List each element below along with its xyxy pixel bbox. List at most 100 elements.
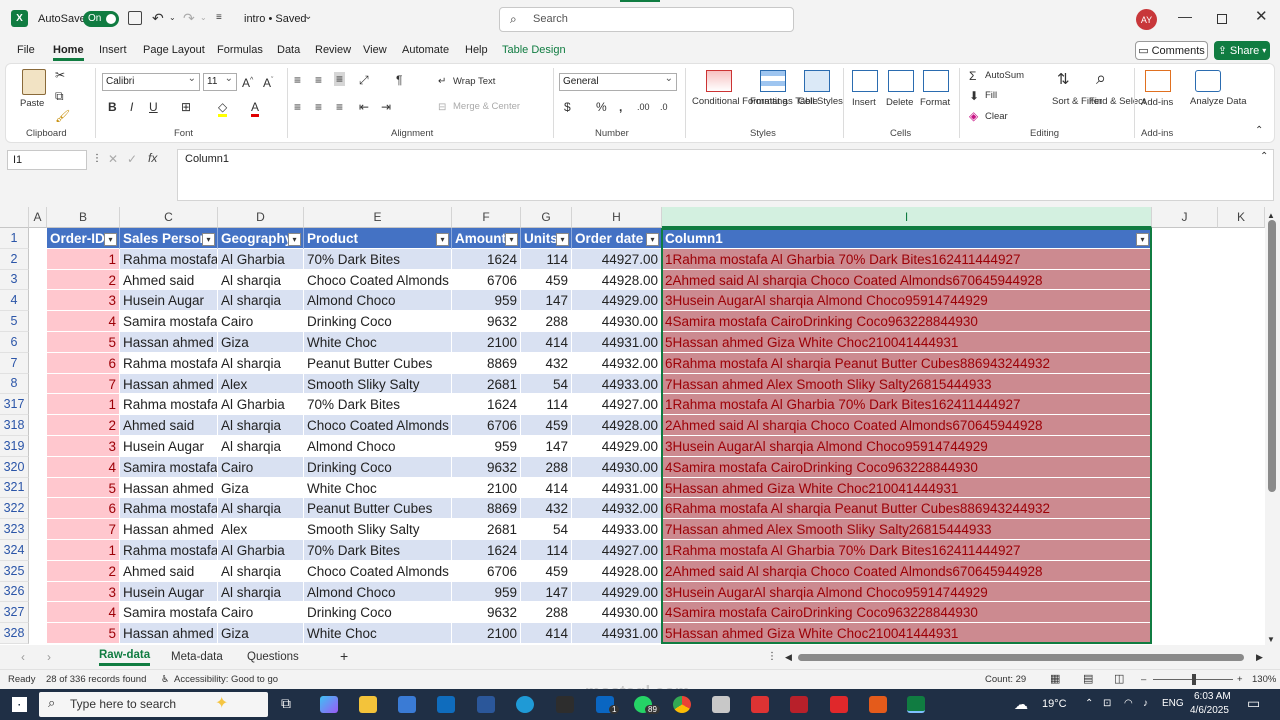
- redo-dropdown-icon[interactable]: ⌄: [200, 11, 207, 25]
- wrap-text-label[interactable]: Wrap Text: [453, 76, 495, 88]
- bold-icon[interactable]: B: [108, 100, 117, 114]
- table-cell[interactable]: 2681: [452, 519, 521, 540]
- table-cell[interactable]: 288: [521, 456, 572, 478]
- table-cell[interactable]: 432: [521, 498, 572, 520]
- align-bottom-icon[interactable]: ≡: [334, 72, 346, 86]
- enter-icon[interactable]: ✓: [127, 152, 137, 166]
- normal-view-icon[interactable]: ▦: [1050, 672, 1060, 685]
- name-box[interactable]: I1: [7, 150, 87, 170]
- edge-icon[interactable]: [516, 696, 534, 713]
- file-name[interactable]: intro • Saved: [244, 13, 307, 25]
- table-cell[interactable]: Rahma mostafa: [120, 248, 218, 270]
- table-cell[interactable]: Husein Augar: [120, 581, 218, 603]
- tab-home[interactable]: Home: [53, 44, 84, 61]
- sheet-tab-meta-data[interactable]: Meta-data: [171, 651, 223, 663]
- cut-icon[interactable]: ✂: [55, 68, 65, 82]
- sort-filter-label[interactable]: Sort & Filter: [1052, 96, 1102, 108]
- insert-function-icon[interactable]: fx: [148, 151, 157, 165]
- format-as-table-label[interactable]: Format as Table: [750, 96, 818, 108]
- app-icon[interactable]: [556, 696, 574, 713]
- table-cell[interactable]: 2: [47, 269, 120, 291]
- row-header[interactable]: 3: [0, 269, 29, 291]
- pdf-icon[interactable]: [830, 696, 848, 713]
- filter-dropdown-icon[interactable]: ▾: [556, 233, 569, 246]
- table-cell[interactable]: Drinking Coco: [304, 311, 452, 332]
- app-dots-icon[interactable]: [790, 696, 808, 713]
- delete-label[interactable]: Delete: [886, 97, 913, 109]
- expand-formula-bar-icon[interactable]: ⌃: [1260, 150, 1268, 164]
- font-family-select[interactable]: Calibri: [102, 71, 200, 91]
- share-button[interactable]: ⇪ Share ▾: [1214, 41, 1270, 60]
- table-header-cell[interactable]: Sales Person ▾: [120, 228, 218, 249]
- table-header-cell[interactable]: Geography ▾: [218, 228, 304, 249]
- table-cell[interactable]: 114: [521, 394, 572, 416]
- table-cell[interactable]: 44933.00: [572, 373, 662, 395]
- table-cell[interactable]: Cairo: [218, 456, 304, 478]
- table-cell[interactable]: 4Samira mostafa CairoDrinking Coco963228…: [662, 602, 1152, 624]
- table-cell[interactable]: 9632: [452, 602, 521, 624]
- tab-file[interactable]: File: [17, 44, 35, 56]
- table-cell[interactable]: Husein Augar: [120, 436, 218, 457]
- insert-label[interactable]: Insert: [852, 97, 876, 109]
- add-ins-label[interactable]: Add-ins: [1141, 97, 1173, 109]
- table-cell[interactable]: Smooth Sliky Salty: [304, 519, 452, 540]
- filter-dropdown-icon[interactable]: ▾: [104, 233, 117, 246]
- column-header-e[interactable]: E: [304, 207, 452, 228]
- minimize-icon[interactable]: —: [1178, 9, 1192, 23]
- filter-dropdown-icon[interactable]: ▾: [505, 233, 518, 246]
- autosum-label[interactable]: AutoSum: [985, 70, 1024, 82]
- column-header-j[interactable]: J: [1152, 207, 1218, 228]
- table-cell[interactable]: Husein Augar: [120, 290, 218, 312]
- table-cell[interactable]: 5: [47, 477, 120, 499]
- filter-dropdown-icon[interactable]: ▾: [202, 233, 215, 246]
- table-cell[interactable]: 432: [521, 352, 572, 374]
- table-cell[interactable]: 3Husein AugarAl sharqia Almond Choco9591…: [662, 290, 1152, 312]
- zoom-out-icon[interactable]: –: [1141, 674, 1146, 685]
- format-painter-icon[interactable]: 🖌: [55, 109, 70, 123]
- weather-icon[interactable]: ☁: [1014, 696, 1028, 713]
- table-cell[interactable]: Ahmed said: [120, 560, 218, 582]
- column-header-h[interactable]: H: [572, 207, 662, 228]
- table-cell[interactable]: 9632: [452, 456, 521, 478]
- row-header[interactable]: 320: [0, 456, 29, 478]
- format-label[interactable]: Format: [920, 97, 950, 109]
- page-break-view-icon[interactable]: ◫: [1114, 672, 1124, 685]
- scroll-right-icon[interactable]: ▶: [1256, 650, 1263, 664]
- table-cell[interactable]: 288: [521, 311, 572, 332]
- table-cell[interactable]: Hassan ahmed: [120, 477, 218, 499]
- row-header[interactable]: 321: [0, 477, 29, 499]
- column-header-i[interactable]: I: [662, 207, 1152, 228]
- table-cell[interactable]: Al sharqia: [218, 560, 304, 582]
- table-cell[interactable]: 5Hassan ahmed Giza White Choc21004144493…: [662, 477, 1152, 499]
- add-sheet-icon[interactable]: +: [340, 649, 348, 663]
- table-cell[interactable]: Rahma mostafa: [120, 394, 218, 416]
- table-cell[interactable]: Al sharqia: [218, 290, 304, 312]
- table-cell[interactable]: 70% Dark Bites: [304, 540, 452, 561]
- table-cell[interactable]: Hassan ahmed: [120, 373, 218, 395]
- table-cell[interactable]: 459: [521, 269, 572, 291]
- table-cell[interactable]: Almond Choco: [304, 290, 452, 312]
- table-cell[interactable]: 5: [47, 332, 120, 353]
- table-cell[interactable]: 5Hassan ahmed Giza White Choc21004144493…: [662, 332, 1152, 353]
- table-cell[interactable]: Al Gharbia: [218, 540, 304, 561]
- column-header-a[interactable]: A: [29, 207, 47, 228]
- underline-icon[interactable]: U: [149, 100, 158, 114]
- table-cell[interactable]: 5Hassan ahmed Giza White Choc21004144493…: [662, 623, 1152, 644]
- table-cell[interactable]: 1624: [452, 394, 521, 416]
- table-cell[interactable]: Drinking Coco: [304, 602, 452, 624]
- conditional-formatting-label[interactable]: Conditional Formatting: [692, 96, 788, 108]
- table-cell[interactable]: 44929.00: [572, 436, 662, 457]
- table-cell[interactable]: 2: [47, 415, 120, 436]
- table-cell[interactable]: 147: [521, 290, 572, 312]
- row-header[interactable]: 7: [0, 352, 29, 374]
- cancel-icon[interactable]: ✕: [108, 152, 118, 166]
- table-cell[interactable]: 147: [521, 581, 572, 603]
- table-cell[interactable]: 2100: [452, 477, 521, 499]
- table-cell[interactable]: 1Rahma mostafa Al Gharbia 70% Dark Bites…: [662, 394, 1152, 416]
- table-cell[interactable]: Choco Coated Almonds: [304, 415, 452, 436]
- page-layout-view-icon[interactable]: ▤: [1083, 672, 1093, 685]
- table-cell[interactable]: 414: [521, 332, 572, 353]
- align-left-icon[interactable]: ≡: [294, 100, 301, 114]
- table-cell[interactable]: Hassan ahmed: [120, 519, 218, 540]
- table-cell[interactable]: Drinking Coco: [304, 456, 452, 478]
